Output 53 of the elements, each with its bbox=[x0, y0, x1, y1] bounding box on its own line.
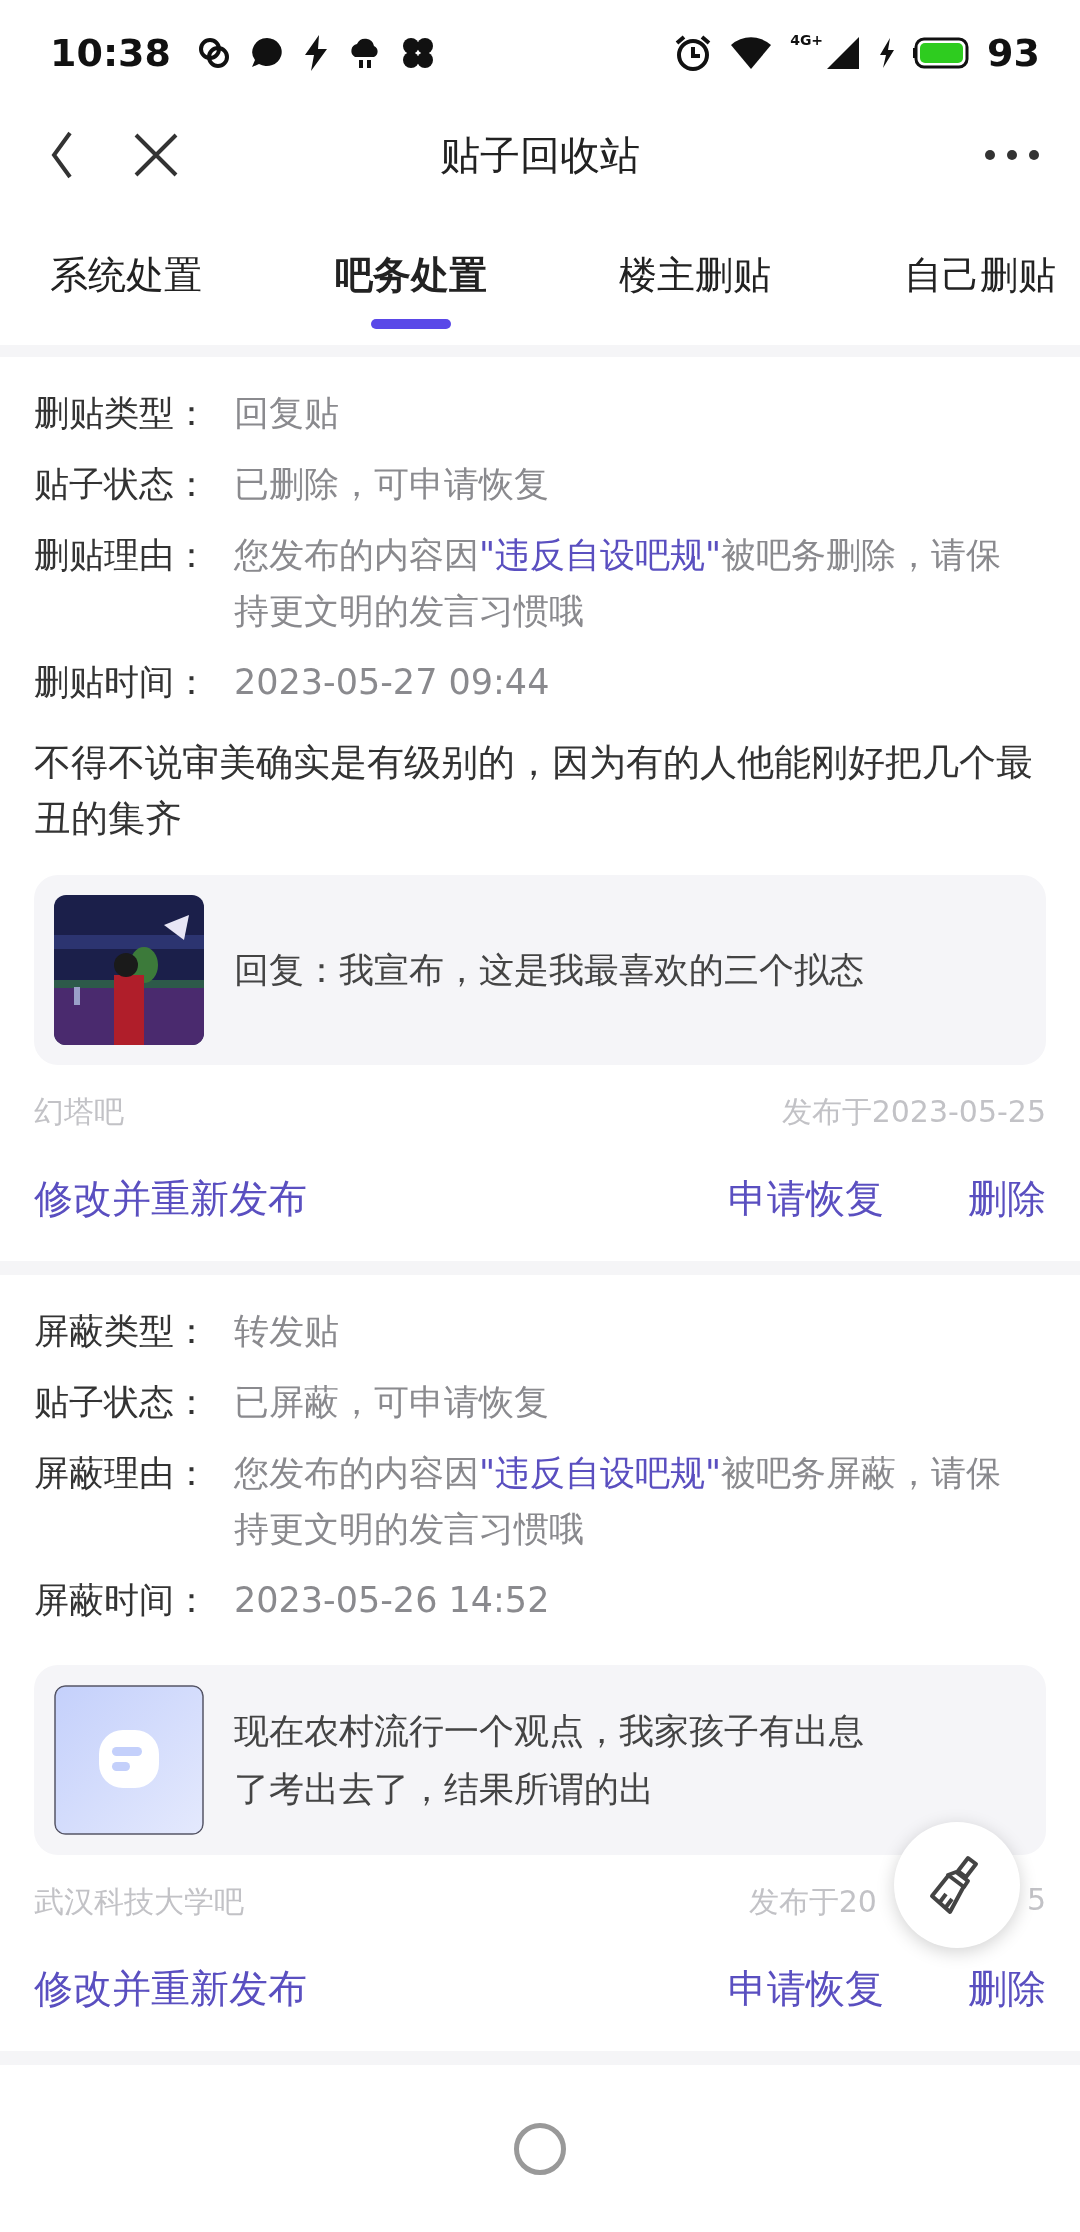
bolt-icon bbox=[302, 34, 329, 71]
field-value: 已删除，可申请恢复 bbox=[234, 463, 549, 506]
post-text: 不得不说审美确实是有级别的，因为有的人他能刚好把几个最丑的集齐 bbox=[34, 740, 1034, 842]
field-value: 已屏蔽，可申请恢复 bbox=[234, 1381, 549, 1424]
network-label: 4G+ bbox=[790, 32, 824, 48]
action-link[interactable]: 删除 bbox=[968, 1177, 1046, 1221]
quoted-text: 回复：我宣布，这是我最喜欢的三个拟态 bbox=[234, 949, 864, 992]
field-value: 转发贴 bbox=[234, 1310, 339, 1353]
quoted-text: 现在农村流行一个观点，我家孩子有出息了考出去了，结果所谓的出 bbox=[234, 1710, 865, 1811]
quoted-post[interactable]: 回复：我宣布，这是我最喜欢的三个拟态 bbox=[34, 875, 1046, 1065]
action-link[interactable]: 申请恢复 bbox=[728, 1177, 884, 1221]
publish-date: 发布于20 bbox=[748, 1882, 877, 1921]
rule-link[interactable]: "违反自设吧规" bbox=[479, 535, 722, 575]
field-value: 回复贴 bbox=[234, 392, 339, 435]
tab[interactable]: 系统处置 bbox=[50, 205, 202, 345]
tab[interactable]: 自己删贴 bbox=[903, 205, 1056, 345]
page-title: 贴子回收站 bbox=[440, 130, 640, 180]
field-label: 贴子状态： bbox=[34, 463, 210, 506]
tab[interactable]: 楼主删贴 bbox=[619, 205, 772, 345]
field-label: 屏蔽类型： bbox=[34, 1310, 210, 1353]
clock: 10:38 bbox=[50, 30, 171, 75]
link-icon bbox=[196, 35, 231, 70]
forum-name: 幻塔吧 bbox=[34, 1092, 124, 1131]
clover-icon bbox=[400, 35, 435, 70]
back-button[interactable] bbox=[50, 130, 74, 180]
close-button[interactable] bbox=[134, 133, 178, 177]
publish-date: 5 bbox=[1026, 1881, 1046, 1919]
reason-text: 您发布的内容因"违反自设吧规"被吧务屏蔽，请保持更文明的发言习惯哦 bbox=[234, 1452, 1003, 1551]
action-link[interactable]: 申请恢复 bbox=[728, 1967, 884, 2011]
field-label: 贴子状态： bbox=[34, 1381, 210, 1424]
alarm-icon bbox=[674, 33, 713, 72]
quoted-post[interactable]: 现在农村流行一个观点，我家孩子有出息了考出去了，结果所谓的出 bbox=[34, 1665, 1046, 1855]
field-value: 2023-05-26 14:52 bbox=[234, 1579, 550, 1622]
action-link[interactable]: 删除 bbox=[968, 1967, 1046, 2011]
field-label: 屏蔽理由： bbox=[34, 1452, 210, 1495]
home-button[interactable] bbox=[514, 2122, 566, 2175]
field-value: 2023-05-27 09:44 bbox=[234, 661, 550, 704]
publish-date: 发布于2023-05-25 bbox=[781, 1092, 1046, 1131]
action-link[interactable]: 修改并重新发布 bbox=[34, 1177, 307, 1221]
field-label: 删贴理由： bbox=[34, 534, 210, 577]
action-link[interactable]: 修改并重新发布 bbox=[34, 1967, 307, 2011]
field-label: 删贴类型： bbox=[34, 392, 210, 435]
reason-text: 您发布的内容因"违反自设吧规"被吧务删除，请保持更文明的发言习惯哦 bbox=[234, 534, 1003, 633]
wifi-icon bbox=[730, 34, 773, 71]
field-label: 屏蔽时间： bbox=[34, 1579, 210, 1622]
rule-link[interactable]: "违反自设吧规" bbox=[479, 1453, 722, 1493]
field-label: 删贴时间： bbox=[34, 661, 210, 704]
forum-name: 武汉科技大学吧 bbox=[34, 1882, 244, 1921]
battery-level: 93 bbox=[987, 30, 1040, 75]
battery-icon bbox=[913, 36, 970, 69]
more-button[interactable] bbox=[984, 149, 1040, 161]
charging-icon bbox=[879, 37, 896, 68]
tab[interactable]: 吧务处置 bbox=[334, 205, 487, 345]
